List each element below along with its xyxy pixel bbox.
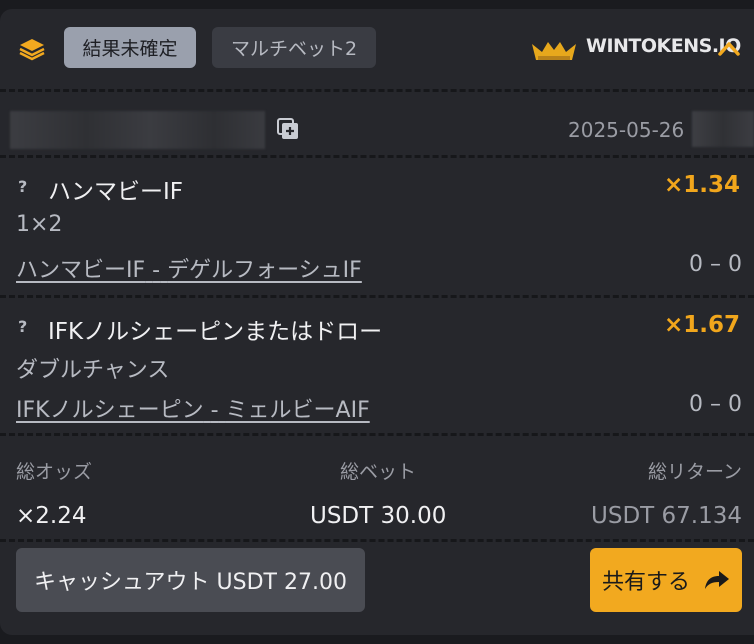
ticket-date: 2025-05-26 [568, 118, 685, 142]
divider [0, 539, 754, 542]
total-bet-value: USDT 30.00 [310, 503, 447, 529]
selection-odds: ×1.67 [663, 312, 740, 338]
selection-odds: ×1.34 [663, 172, 740, 198]
total-odds-value: ×2.24 [16, 503, 87, 529]
chevron-up-icon[interactable] [717, 39, 741, 59]
total-return-label: 総リターン [647, 461, 742, 483]
bet-slip-card: 結果未確定 マルチベット2 WINTOKENS.IO 2025-05-26 ? … [0, 9, 754, 635]
match-score: 0 – 0 [689, 252, 742, 277]
copy-icon[interactable] [276, 117, 300, 141]
stack-icon [19, 39, 45, 61]
match-separator: - [152, 258, 161, 283]
question-icon: ? [18, 317, 28, 336]
bet-slip-header[interactable]: 結果未確定 マルチベット2 WINTOKENS.IO [0, 9, 754, 89]
away-team[interactable]: デゲルフォーシュIF [167, 258, 362, 283]
bet-selection: ? IFKノルシェーピンまたはドロー ×1.67 ダブルチャンス IFKノルシェ… [0, 299, 754, 439]
ticket-id-row: 2025-05-26 [0, 89, 754, 155]
crown-icon [532, 42, 576, 60]
divider [0, 155, 754, 158]
home-team[interactable]: ハンマビーIF [16, 258, 145, 283]
bet-selection: ? ハンマビーIF ×1.34 1×2 ハンマビーIF - デゲルフォーシュIF… [0, 159, 754, 299]
selection-name: IFKノルシェーピンまたはドロー [48, 319, 383, 345]
away-team[interactable]: ミェルビーAIF [226, 398, 370, 423]
redacted-ticket-id [10, 111, 265, 149]
share-button-label: 共有する [601, 570, 690, 595]
share-button[interactable]: 共有する [590, 548, 742, 612]
divider [0, 295, 754, 298]
match-score: 0 – 0 [689, 392, 742, 417]
divider [0, 433, 754, 436]
home-team[interactable]: IFKノルシェーピン [16, 398, 204, 423]
bet-summary: 総オッズ 総ベット 総リターン ×2.24 USDT 30.00 USDT 67… [0, 437, 754, 545]
match-link[interactable]: IFKノルシェーピン - ミェルビーAIF [16, 392, 370, 424]
redacted-time [692, 111, 754, 147]
match-link[interactable]: ハンマビーIF - デゲルフォーシュIF [16, 252, 362, 284]
market-name: ダブルチャンス [16, 358, 170, 383]
question-icon: ? [18, 177, 28, 196]
total-return-value: USDT 67.134 [591, 503, 742, 529]
total-bet-label: 総ベット [340, 461, 417, 483]
status-badge: 結果未確定 [64, 27, 196, 68]
selection-name: ハンマビーIF [48, 179, 184, 205]
total-odds-label: 総オッズ [16, 461, 93, 483]
match-separator: - [210, 398, 219, 423]
market-name: 1×2 [16, 212, 63, 237]
bet-type-badge: マルチベット2 [212, 27, 376, 68]
share-arrow-icon [705, 571, 729, 589]
cashout-button[interactable]: キャッシュアウト USDT 27.00 [16, 548, 365, 612]
